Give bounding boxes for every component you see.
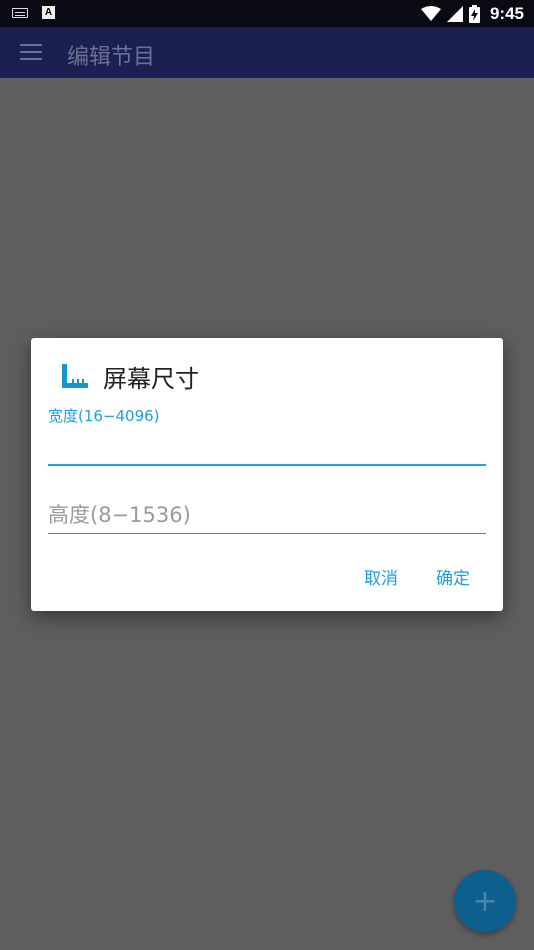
app-bar: 编辑节目 <box>0 27 534 78</box>
dialog-title: 屏幕尺寸 <box>103 365 199 393</box>
height-input[interactable] <box>48 496 486 534</box>
status-system-icons: 9:45 <box>420 3 524 24</box>
width-field-label: 宽度(16−4096) <box>48 407 160 425</box>
keyboard-icon <box>12 7 28 18</box>
signal-icon <box>446 5 463 22</box>
status-clock: 9:45 <box>489 3 524 23</box>
battery-charging-icon <box>468 4 480 23</box>
cancel-button[interactable]: 取消 <box>364 564 398 589</box>
wifi-icon <box>420 5 441 21</box>
add-fab-button[interactable]: + <box>454 870 516 932</box>
width-input[interactable] <box>48 430 486 466</box>
plus-icon: + <box>472 883 498 919</box>
screen-size-dialog: 屏幕尺寸 宽度(16−4096) 取消 确定 <box>31 338 503 611</box>
a-notification-icon: A <box>42 6 55 19</box>
status-notifications: A <box>12 6 55 19</box>
status-bar: A 9:45 <box>0 0 534 27</box>
menu-icon[interactable] <box>20 44 42 60</box>
screen-size-logo-icon <box>62 364 88 388</box>
page-title: 编辑节目 <box>67 45 156 70</box>
ok-button[interactable]: 确定 <box>436 564 470 589</box>
